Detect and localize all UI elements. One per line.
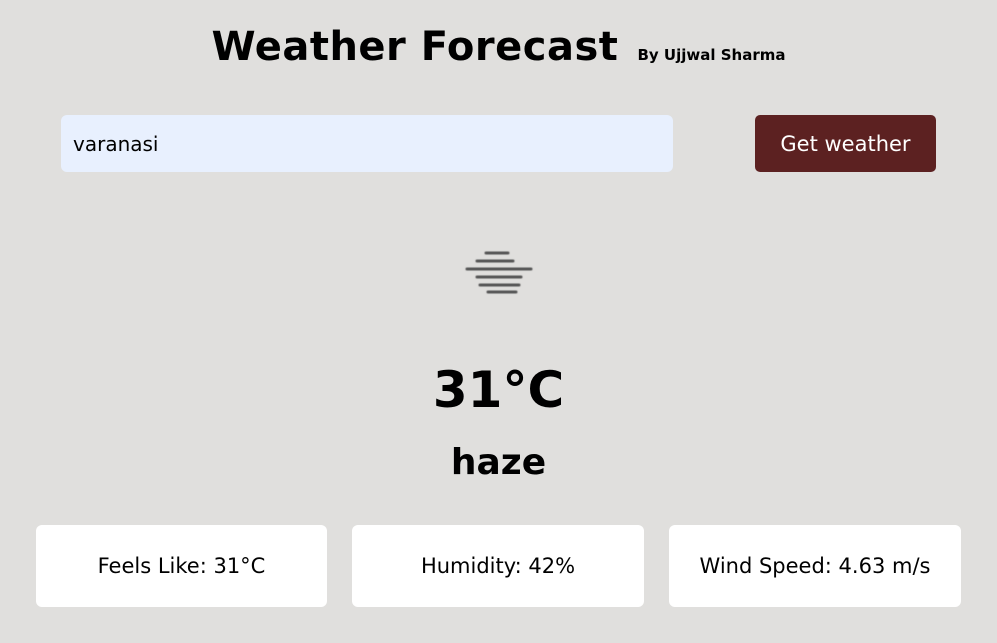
feels-like-label: Feels Like: 31°C <box>97 554 266 578</box>
haze-icon <box>463 247 535 297</box>
wind-speed-label: Wind Speed: 4.63 m/s <box>699 554 931 578</box>
city-search-input[interactable] <box>61 115 673 172</box>
humidity-card: Humidity: 42% <box>352 525 644 607</box>
get-weather-button[interactable]: Get weather <box>755 115 936 172</box>
search-bar: Get weather <box>61 115 936 172</box>
feels-like-card: Feels Like: 31°C <box>36 525 327 607</box>
weather-condition: haze <box>450 442 547 483</box>
page-header: Weather Forecast By Ujjwal Sharma <box>0 24 997 70</box>
author-credit: By Ujjwal Sharma <box>637 46 786 64</box>
humidity-label: Humidity: 42% <box>420 554 576 578</box>
temperature-readout: 31°C <box>432 361 565 419</box>
page-title: Weather Forecast <box>211 24 619 70</box>
haze-icon-graphic <box>465 251 533 294</box>
wind-speed-card: Wind Speed: 4.63 m/s <box>669 525 961 607</box>
